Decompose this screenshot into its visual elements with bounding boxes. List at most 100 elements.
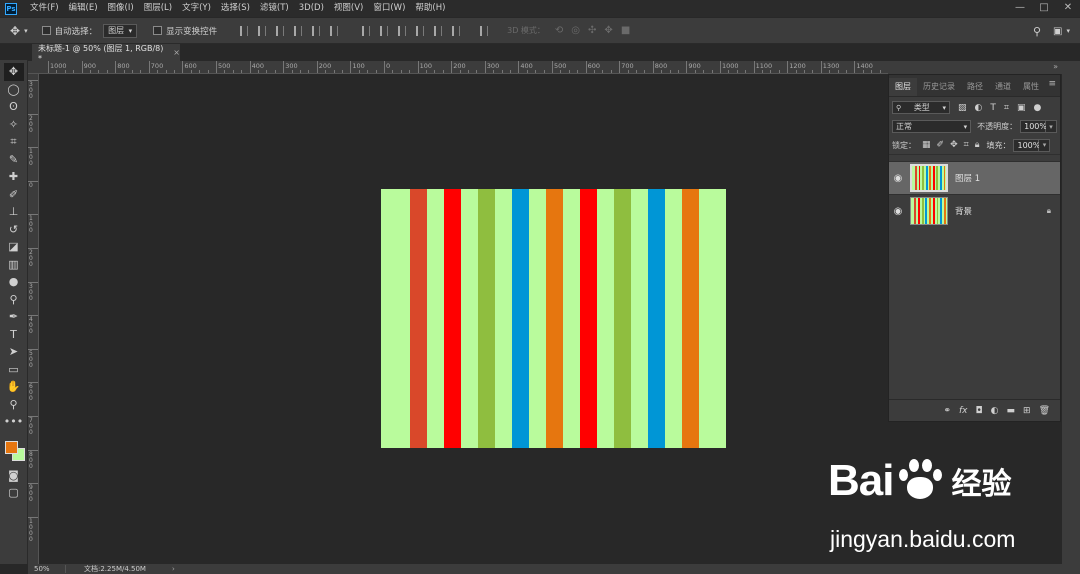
layer-row-layer1[interactable]: ◉ 图层 1	[889, 161, 1060, 194]
add-mask-icon[interactable]: ◘	[976, 406, 983, 416]
screen-mode-icon[interactable]: ▢	[4, 484, 24, 502]
align-vertical-center-icon[interactable]	[258, 25, 267, 36]
align-right-icon[interactable]	[330, 25, 339, 36]
tab-layers[interactable]: 图层	[889, 78, 917, 96]
tab-channels[interactable]: 通道	[989, 78, 1017, 96]
history-brush-tool-icon[interactable]: ↺	[4, 221, 24, 239]
distribute-right-icon[interactable]	[452, 25, 461, 36]
layer-filter-dropdown[interactable]: ⚲ 类型 ▾	[892, 101, 950, 114]
workspace-icon[interactable]: ▣	[1053, 26, 1062, 37]
chevron-down-icon[interactable]: ▾	[24, 27, 28, 35]
dodge-tool-icon[interactable]: ⚲	[4, 291, 24, 309]
distribute-left-icon[interactable]	[416, 25, 425, 36]
quick-mask-icon[interactable]: ◙	[4, 467, 24, 485]
align-top-icon[interactable]	[240, 25, 249, 36]
delete-layer-icon[interactable]: 🗑︎	[1039, 406, 1050, 416]
eraser-tool-icon[interactable]: ◪	[4, 238, 24, 256]
zoom-tool-icon[interactable]: ⚲	[4, 396, 24, 414]
menu-item[interactable]: 文字(Y)	[177, 0, 216, 17]
tab-paths[interactable]: 路径	[961, 78, 989, 96]
auto-select-dropdown[interactable]: 图层 ▾	[103, 23, 138, 38]
close-button[interactable]: ✕	[1056, 0, 1080, 17]
eye-icon[interactable]: ◉	[889, 206, 907, 217]
menu-item[interactable]: 图层(L)	[139, 0, 177, 17]
camera-3d-icon[interactable]: ■	[621, 25, 630, 36]
tab-history[interactable]: 历史记录	[917, 78, 961, 96]
distribute-horizontal-center-icon[interactable]	[434, 25, 443, 36]
move-tool-icon[interactable]: ✥	[10, 24, 20, 38]
menu-item[interactable]: 选择(S)	[216, 0, 255, 17]
document-canvas[interactable]	[381, 189, 726, 448]
filter-toggle-icon[interactable]: ●	[1033, 103, 1041, 113]
lock-transparent-icon[interactable]: ▦	[922, 140, 931, 150]
lasso-tool-icon[interactable]: ʘ	[4, 98, 24, 116]
clone-stamp-tool-icon[interactable]: ⊥	[4, 203, 24, 221]
document-tab[interactable]: 未标题-1 @ 50% (图层 1, RGB/8) * ×	[32, 44, 180, 63]
minimize-button[interactable]: —	[1008, 0, 1032, 17]
align-bottom-icon[interactable]	[276, 25, 285, 36]
layer-name[interactable]: 图层 1	[955, 172, 980, 184]
foreground-color-swatch[interactable]	[4, 440, 18, 454]
lock-all-icon[interactable]: 🔒︎	[975, 140, 980, 150]
menu-item[interactable]: 视图(V)	[329, 0, 368, 17]
path-selection-tool-icon[interactable]: ➤	[4, 343, 24, 361]
filter-pixel-icon[interactable]: ▨	[958, 103, 967, 113]
menu-item[interactable]: 图像(I)	[103, 0, 139, 17]
layer-style-icon[interactable]: fx	[959, 406, 968, 416]
move-tool-icon[interactable]: ✥	[3, 63, 24, 81]
crop-tool-icon[interactable]: ⌗	[4, 133, 24, 151]
drag-3d-icon[interactable]: ✣	[588, 25, 596, 36]
filter-smart-object-icon[interactable]: ▣	[1017, 103, 1026, 113]
chevron-down-icon[interactable]: ▾	[1046, 120, 1057, 133]
filter-shape-icon[interactable]: ⌗	[1004, 103, 1009, 113]
menu-item[interactable]: 文件(F)	[25, 0, 64, 17]
marquee-tool-icon[interactable]: ◯	[4, 81, 24, 99]
orbit-3d-icon[interactable]: ⟲	[555, 25, 563, 36]
menu-item[interactable]: 窗口(W)	[368, 0, 410, 17]
lock-position-icon[interactable]: ✥	[950, 140, 958, 150]
align-horizontal-center-icon[interactable]	[312, 25, 321, 36]
brush-tool-icon[interactable]: ✐	[4, 186, 24, 204]
fill-input[interactable]: 100%	[1013, 138, 1040, 152]
hand-tool-icon[interactable]: ✋	[4, 378, 24, 396]
layer-name[interactable]: 背景	[955, 205, 972, 217]
search-icon[interactable]: ⚲	[1033, 25, 1041, 38]
status-menu-arrow[interactable]: ›	[172, 565, 175, 573]
auto-align-icon[interactable]	[480, 25, 489, 36]
opacity-input[interactable]: 100%	[1020, 120, 1047, 133]
menu-item[interactable]: 帮助(H)	[410, 0, 450, 17]
new-group-icon[interactable]: ▬	[1007, 406, 1016, 416]
healing-brush-tool-icon[interactable]: ✚	[4, 168, 24, 186]
magic-wand-tool-icon[interactable]: ✧	[4, 116, 24, 134]
eye-icon[interactable]: ◉	[889, 173, 907, 184]
lock-artboard-icon[interactable]: ⌗	[964, 140, 969, 150]
menu-item[interactable]: 3D(D)	[294, 0, 329, 17]
blur-tool-icon[interactable]: ●	[4, 273, 24, 291]
link-layers-icon[interactable]: ⚭	[943, 406, 951, 416]
lock-image-icon[interactable]: ✐	[937, 140, 945, 150]
new-layer-icon[interactable]: ⊞	[1023, 406, 1031, 416]
show-transform-checkbox[interactable]	[153, 26, 163, 35]
rectangle-tool-icon[interactable]: ▭	[4, 361, 24, 379]
more-tools-icon[interactable]: •••	[4, 413, 24, 431]
chevron-down-icon[interactable]: ▾	[1039, 138, 1051, 152]
chevron-down-icon[interactable]: ▾	[1066, 27, 1070, 35]
slide-3d-icon[interactable]: ✥	[604, 25, 612, 36]
zoom-level[interactable]: 50%	[28, 565, 66, 573]
roll-3d-icon[interactable]: ◎	[571, 25, 580, 36]
pen-tool-icon[interactable]: ✒	[4, 308, 24, 326]
collapse-panels-icon[interactable]: »	[1053, 62, 1058, 71]
type-tool-icon[interactable]: T	[4, 326, 24, 344]
distribute-bottom-icon[interactable]	[398, 25, 407, 36]
tab-properties[interactable]: 属性	[1017, 78, 1045, 96]
canvas-area[interactable]	[40, 74, 888, 564]
gradient-tool-icon[interactable]: ▥	[4, 256, 24, 274]
adjustment-layer-icon[interactable]: ◐	[991, 406, 999, 416]
close-tab-icon[interactable]: ×	[173, 48, 180, 57]
filter-adjustment-icon[interactable]: ◐	[975, 103, 983, 113]
filter-type-icon[interactable]: T	[990, 103, 996, 113]
maximize-button[interactable]: □	[1032, 0, 1056, 17]
align-left-icon[interactable]	[294, 25, 303, 36]
distribute-top-icon[interactable]	[362, 25, 371, 36]
panel-menu-icon[interactable]: ≡	[1048, 79, 1056, 89]
